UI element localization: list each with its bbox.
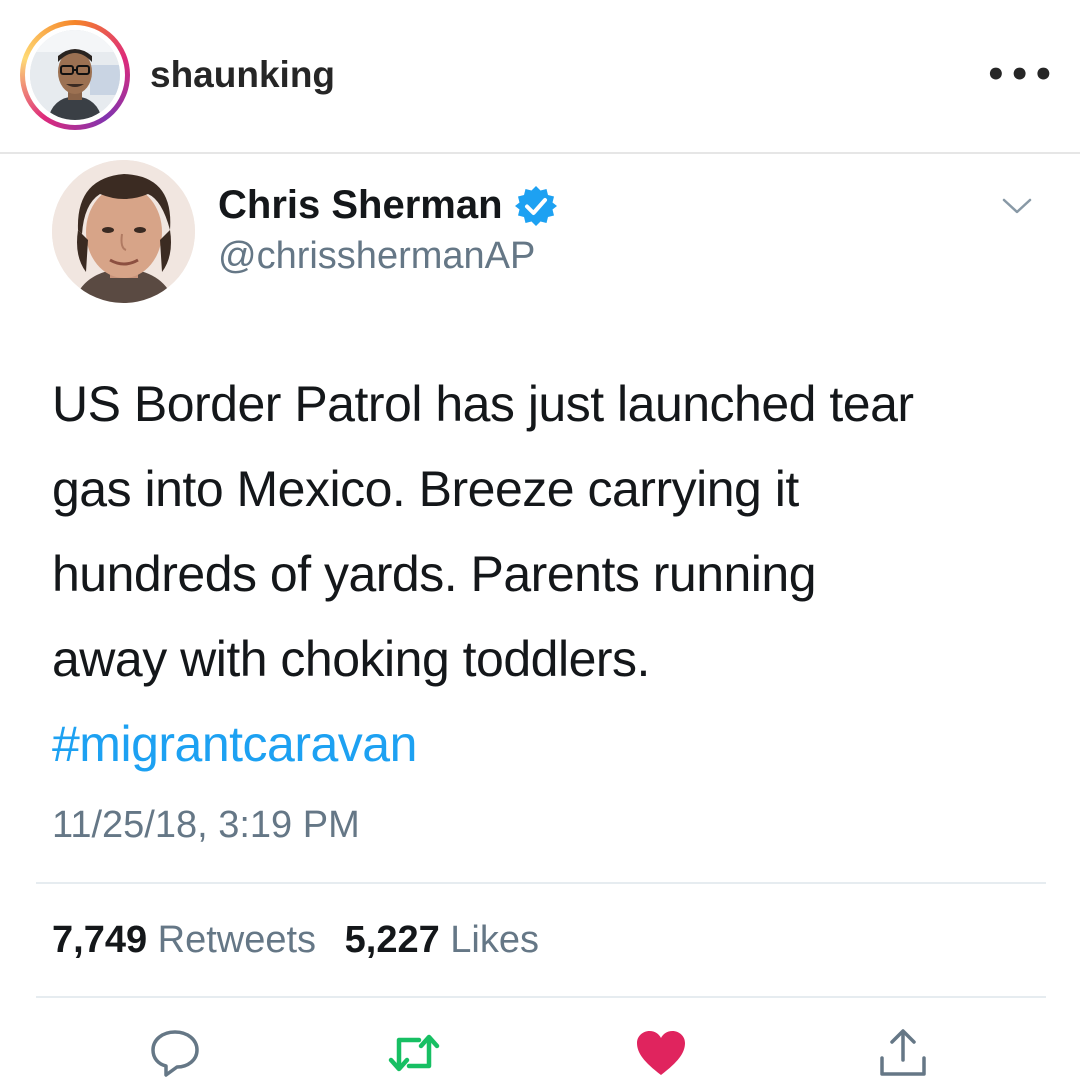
tweet-text-line: away with choking toddlers.: [52, 631, 650, 687]
chevron-down-icon[interactable]: [1000, 192, 1034, 222]
header-divider: [0, 152, 1080, 154]
like-count[interactable]: 5,227: [345, 919, 440, 961]
verified-badge-icon: [514, 184, 558, 228]
story-avatar-ring[interactable]: [20, 20, 130, 130]
post-username[interactable]: shaunking: [150, 52, 335, 98]
tweet-author-handle[interactable]: @chrisshermanAP: [218, 232, 535, 280]
stats-bottom-divider: [36, 996, 1046, 998]
share-icon: [880, 1029, 926, 1076]
tweet-body: US Border Patrol has just launched tear …: [52, 362, 1042, 787]
stats-top-divider: [36, 882, 1046, 884]
tweet-text-line: hundreds of yards. Parents running: [52, 546, 817, 602]
tweet-timestamp[interactable]: 11/25/18, 3:19 PM: [52, 800, 360, 850]
tweet-author-avatar[interactable]: [52, 160, 195, 303]
tweet-author-name[interactable]: Chris Sherman: [218, 180, 503, 230]
heart-icon: [637, 1031, 685, 1075]
instagram-post-header: shaunking •••: [0, 0, 1080, 152]
share-button[interactable]: [876, 1028, 930, 1078]
retweet-button[interactable]: [387, 1028, 441, 1078]
retweet-count[interactable]: 7,749: [52, 919, 147, 961]
tweet-stats: 7,749 Retweets 5,227 Likes: [52, 915, 557, 965]
avatar: [30, 30, 120, 120]
reply-icon: [151, 1030, 199, 1077]
tweet-text-line: US Border Patrol has just launched tear: [52, 376, 914, 432]
retweet-label[interactable]: Retweets: [158, 919, 316, 961]
like-label[interactable]: Likes: [450, 919, 539, 961]
avatar-border: [25, 25, 125, 125]
reply-button[interactable]: [148, 1028, 202, 1078]
hashtag-link[interactable]: #migrantcaravan: [52, 702, 1042, 787]
tweet-text-line: gas into Mexico. Breeze carrying it: [52, 461, 799, 517]
like-button[interactable]: [634, 1028, 688, 1078]
retweet-icon: [388, 1034, 440, 1072]
more-options-icon[interactable]: •••: [985, 58, 1055, 92]
